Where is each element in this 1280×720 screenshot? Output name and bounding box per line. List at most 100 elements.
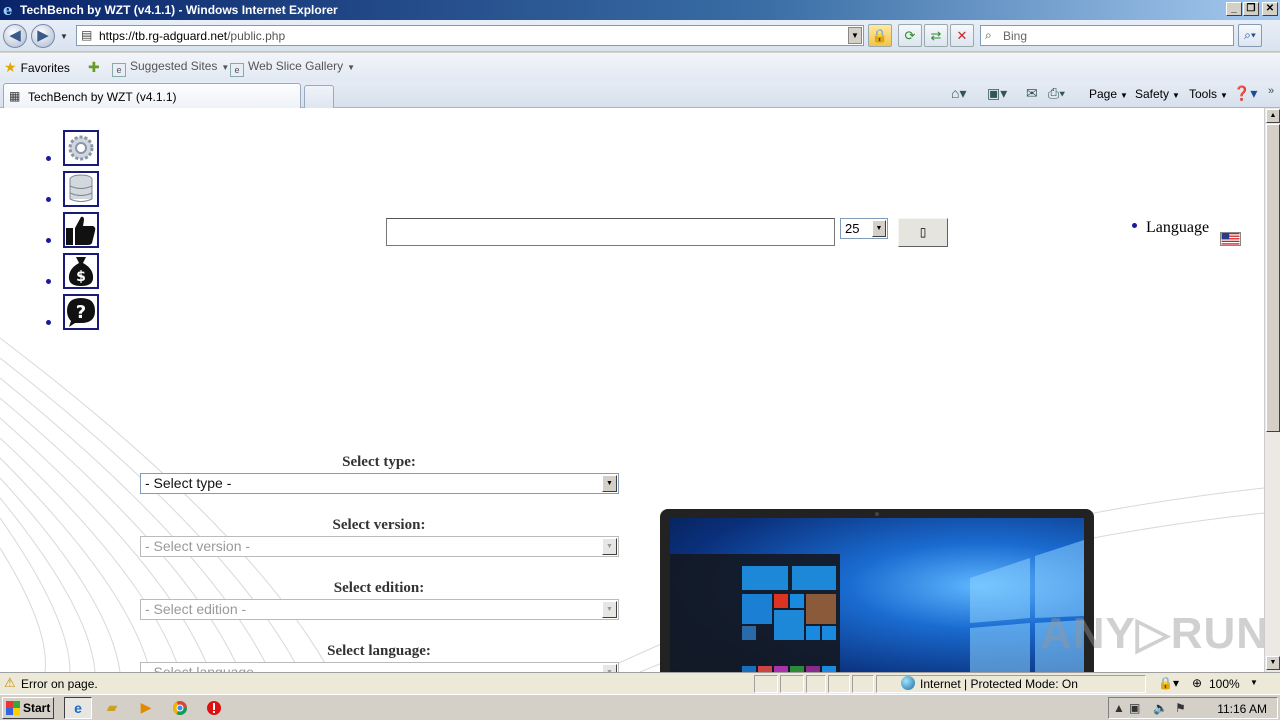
tray-expand-icon[interactable]: ▲ bbox=[1113, 701, 1125, 715]
read-mail-icon[interactable]: ✉ bbox=[1026, 85, 1038, 102]
language-menu[interactable]: Language bbox=[1132, 219, 1209, 237]
windows-laptop-image bbox=[660, 509, 1094, 672]
tools-menu[interactable]: Tools ▼ bbox=[1189, 87, 1228, 101]
print-icon[interactable]: ⎙▾ bbox=[1048, 85, 1065, 102]
search-placeholder: Bing bbox=[1003, 29, 1028, 43]
side-nav-list: $ ? bbox=[46, 130, 106, 335]
new-tab-button[interactable] bbox=[304, 85, 334, 108]
nav-item-donate[interactable]: $ bbox=[46, 253, 106, 294]
nav-item-settings[interactable] bbox=[46, 130, 106, 171]
safety-menu[interactable]: Safety ▼ bbox=[1135, 87, 1180, 101]
chevron-down-icon: ▼ bbox=[872, 220, 886, 237]
select-edition-label: Select edition: bbox=[333, 580, 425, 596]
svg-text:$: $ bbox=[76, 269, 86, 285]
list-bullet bbox=[46, 320, 51, 325]
favorites-bar: ★ Favorites ✚ e Suggested Sites ▼ e Web Slic… bbox=[0, 53, 1280, 81]
suggested-sites-link[interactable]: e Suggested Sites ▼ bbox=[112, 59, 229, 77]
recent-pages-dropdown-icon[interactable]: ▼ bbox=[60, 32, 68, 41]
zoom-level[interactable]: 100% bbox=[1209, 677, 1240, 691]
search-button[interactable]: ⌕▾ bbox=[1238, 24, 1262, 47]
scroll-up-icon[interactable]: ▲ bbox=[1266, 109, 1280, 123]
zoom-icon[interactable]: ⊕ bbox=[1192, 676, 1202, 690]
select-edition-dropdown[interactable]: - Select edition - ▼ bbox=[140, 599, 619, 620]
help-icon[interactable]: ❓▾ bbox=[1233, 85, 1257, 102]
thumbs-up-icon[interactable] bbox=[63, 212, 99, 248]
favorites-label: Favorites bbox=[20, 61, 70, 75]
scroll-thumb[interactable] bbox=[1266, 124, 1280, 432]
tab-techbench[interactable]: ▦ TechBench by WZT (v4.1.1) bbox=[3, 83, 301, 108]
windows-logo-icon bbox=[6, 701, 20, 715]
select-type-dropdown[interactable]: - Select type - ▼ bbox=[140, 473, 619, 494]
database-icon[interactable] bbox=[63, 171, 99, 207]
taskbar: Start e ▰ ▶ ▲ ▣ 🔈 ⚑ 11:16 AM bbox=[0, 694, 1280, 720]
security-zone-text[interactable]: Internet | Protected Mode: On bbox=[920, 677, 1078, 691]
minimize-button[interactable]: _ bbox=[1226, 2, 1242, 16]
volume-icon[interactable]: 🔈 bbox=[1153, 701, 1168, 715]
search-submit-button[interactable]: ▯ bbox=[898, 218, 948, 247]
search-input[interactable]: ⌕ Bing bbox=[980, 25, 1234, 46]
warning-icon[interactable]: ⚠ bbox=[4, 676, 18, 690]
window-titlebar: e TechBench by WZT (v4.1.1) - Windows In… bbox=[0, 0, 1280, 20]
settings-gear-icon[interactable] bbox=[63, 130, 99, 166]
search-field[interactable] bbox=[386, 218, 835, 246]
laptop-screen bbox=[670, 518, 1084, 672]
help-question-icon[interactable]: ? bbox=[63, 294, 99, 330]
chevron-down-icon: ▼ bbox=[602, 664, 617, 672]
results-count-select[interactable]: 25 ▼ bbox=[840, 218, 888, 239]
clock[interactable]: 11:16 AM bbox=[1217, 702, 1267, 716]
web-slice-gallery-link[interactable]: e Web Slice Gallery ▼ bbox=[230, 59, 355, 77]
start-button[interactable]: Start bbox=[2, 697, 54, 719]
protected-mode-icon[interactable]: 🔒▾ bbox=[1158, 676, 1179, 690]
home-icon[interactable]: ⌂▾ bbox=[951, 85, 966, 102]
address-field[interactable]: ▤ https://tb.rg-adguard.net/public.php ▼ bbox=[76, 25, 864, 46]
select-language-dropdown[interactable]: - Select language - ▼ bbox=[140, 662, 619, 672]
back-button[interactable]: ◀ bbox=[3, 24, 27, 48]
refresh-icon[interactable]: ⇄ bbox=[924, 24, 948, 47]
status-bar: ⚠ Error on page. Internet | Protected Mo… bbox=[0, 672, 1280, 694]
nav-item-help[interactable]: ? bbox=[46, 294, 106, 335]
address-dropdown-icon[interactable]: ▼ bbox=[848, 27, 862, 44]
list-bullet bbox=[46, 197, 51, 202]
taskbar-security-icon[interactable] bbox=[200, 697, 228, 719]
anyrun-watermark: ANY▷RUN bbox=[1040, 609, 1264, 658]
status-message[interactable]: Error on page. bbox=[21, 677, 98, 691]
start-menu-image bbox=[670, 554, 840, 672]
ie-logo-icon: e bbox=[3, 1, 13, 19]
compatibility-view-icon[interactable]: ⟳ bbox=[898, 24, 922, 47]
status-pane bbox=[780, 675, 804, 693]
restore-button[interactable]: ❐ bbox=[1243, 2, 1259, 16]
nav-item-database[interactable] bbox=[46, 171, 106, 212]
tools-menu-label: Tools bbox=[1189, 87, 1218, 101]
taskbar-chrome-icon[interactable] bbox=[166, 697, 194, 719]
stop-icon[interactable]: ✕ bbox=[950, 24, 974, 47]
nav-item-like[interactable] bbox=[46, 212, 106, 253]
security-lock-icon[interactable]: 🔒 bbox=[868, 24, 892, 47]
money-bag-icon[interactable]: $ bbox=[63, 253, 99, 289]
taskbar-ie-icon[interactable]: e bbox=[64, 697, 92, 719]
favorites-button[interactable]: ★ Favorites bbox=[4, 59, 70, 76]
taskbar-explorer-icon[interactable]: ▰ bbox=[98, 697, 126, 719]
select-language-label: Select language: bbox=[327, 643, 431, 659]
vertical-scrollbar[interactable]: ▲ ▼ bbox=[1264, 108, 1280, 672]
close-window-button[interactable]: ✕ bbox=[1262, 2, 1278, 16]
select-version-dropdown[interactable]: - Select version - ▼ bbox=[140, 536, 619, 557]
taskbar-media-player-icon[interactable]: ▶ bbox=[132, 697, 160, 719]
status-pane bbox=[828, 675, 850, 693]
add-favorites-icon[interactable]: ✚ bbox=[88, 59, 100, 76]
page-icon: ▤ bbox=[81, 28, 93, 42]
tab-label: TechBench by WZT (v4.1.1) bbox=[28, 90, 177, 104]
network-icon[interactable]: ▣ bbox=[1129, 701, 1140, 715]
search-provider-icon: ⌕ bbox=[985, 28, 992, 42]
page-menu[interactable]: Page ▼ bbox=[1089, 87, 1128, 101]
select-type-value: - Select type - bbox=[145, 475, 232, 491]
us-flag-icon[interactable] bbox=[1220, 232, 1241, 246]
action-center-flag-icon[interactable]: ⚑ bbox=[1175, 701, 1186, 715]
feeds-icon[interactable]: ▣▾ bbox=[987, 85, 1007, 102]
status-pane bbox=[754, 675, 778, 693]
zoom-dropdown-icon[interactable]: ▼ bbox=[1250, 678, 1258, 687]
scroll-down-icon[interactable]: ▼ bbox=[1266, 656, 1280, 670]
web-slice-icon: e bbox=[230, 63, 244, 77]
select-type-label: Select type: bbox=[342, 454, 416, 470]
chevron-more-icon[interactable]: » bbox=[1268, 85, 1274, 97]
forward-button[interactable]: ▶ bbox=[31, 24, 55, 48]
